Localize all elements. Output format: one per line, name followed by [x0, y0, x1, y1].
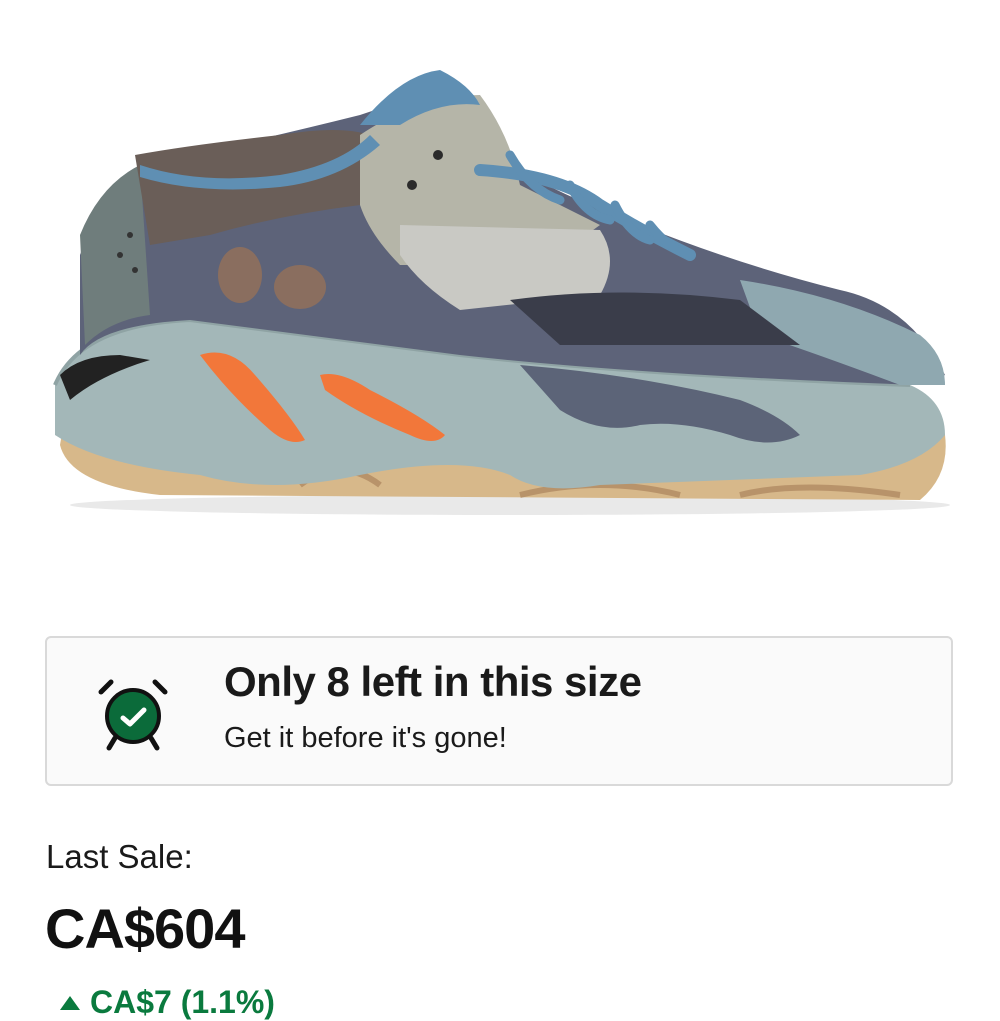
low-stock-card: Only 8 left in this size Get it before i… — [45, 636, 953, 786]
low-stock-subtitle: Get it before it's gone! — [224, 722, 507, 754]
price-change: CA$7 (1.1%) — [60, 984, 275, 1021]
low-stock-title: Only 8 left in this size — [224, 658, 642, 705]
sneaker-illustration — [53, 70, 950, 515]
last-sale-price: CA$604 — [45, 897, 245, 960]
price-change-value: CA$7 (1.1%) — [90, 984, 275, 1020]
last-sale-label: Last Sale: — [46, 838, 193, 875]
product-image[interactable] — [40, 55, 960, 525]
alarm-clock-icon — [97, 674, 169, 752]
